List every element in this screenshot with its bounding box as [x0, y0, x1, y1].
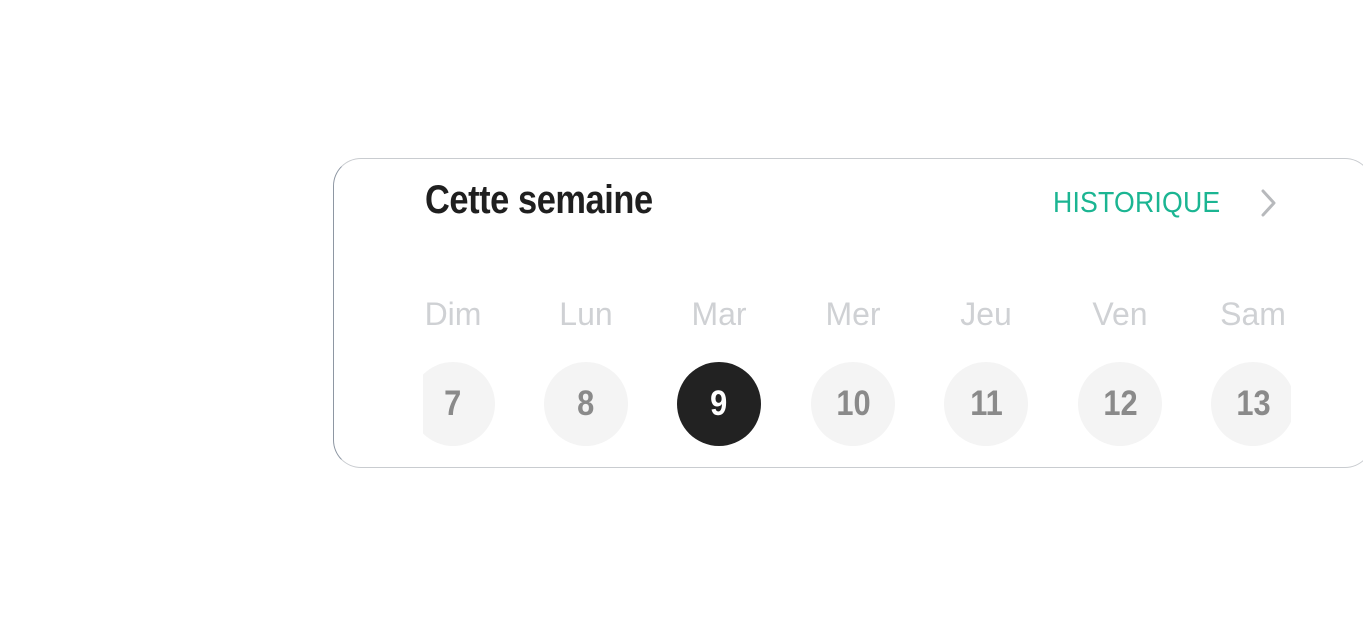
day-wednesday: Mer 10	[786, 290, 920, 450]
history-link[interactable]: HISTORIQUE	[1053, 184, 1279, 222]
day-name: Dim	[424, 296, 482, 332]
day-sunday: Dim 7	[423, 290, 520, 450]
day-number: 10	[835, 384, 871, 423]
day-button[interactable]: 9	[677, 362, 761, 446]
day-name: Ven	[1092, 296, 1148, 332]
day-button[interactable]: 7	[423, 362, 495, 446]
day-number: 11	[969, 384, 1003, 423]
day-button[interactable]: 8	[544, 362, 628, 446]
day-number: 9	[710, 384, 728, 423]
week-day-strip: Dim 7 Lun 8 Mar 9 Mer 10 Jeu 11 Ven 12 S…	[423, 290, 1291, 450]
day-name: Mar	[691, 296, 747, 332]
day-friday: Ven 12	[1053, 290, 1187, 450]
day-name: Lun	[559, 296, 613, 332]
history-link-label: HISTORIQUE	[1053, 186, 1221, 219]
day-thursday: Jeu 11	[919, 290, 1053, 450]
day-number: 12	[1102, 384, 1138, 423]
day-tuesday: Mar 9	[652, 290, 786, 450]
day-number: 7	[444, 384, 462, 423]
day-button[interactable]: 10	[811, 362, 895, 446]
day-button[interactable]: 13	[1211, 362, 1291, 446]
day-number: 8	[577, 384, 595, 423]
day-name: Jeu	[960, 296, 1012, 332]
day-number: 13	[1235, 384, 1271, 423]
day-saturday: Sam 13	[1186, 290, 1291, 450]
chevron-right-icon	[1259, 187, 1279, 219]
day-button[interactable]: 11	[944, 362, 1028, 446]
day-name: Mer	[825, 296, 881, 332]
card-title: Cette semaine	[425, 178, 653, 222]
day-button[interactable]: 12	[1078, 362, 1162, 446]
day-monday: Lun 8	[519, 290, 653, 450]
day-name: Sam	[1220, 296, 1286, 332]
